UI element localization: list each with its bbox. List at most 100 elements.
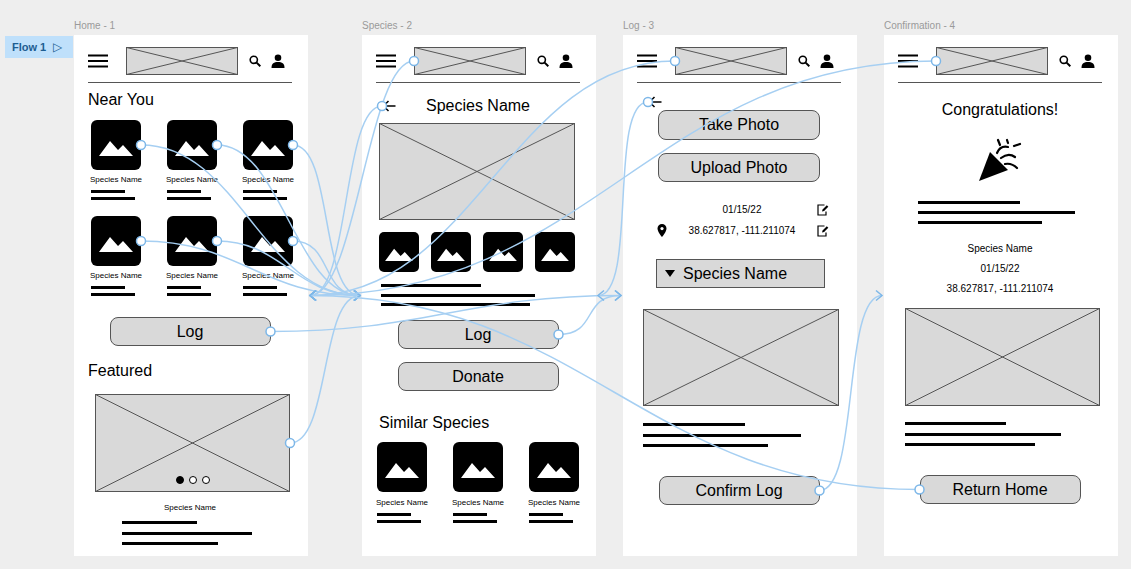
flow-arrow — [820, 296, 883, 491]
profile-icon[interactable] — [820, 54, 834, 68]
flow-hotspot — [286, 439, 295, 448]
species-image-icon[interactable] — [453, 442, 503, 492]
flow-arrow — [310, 61, 936, 296]
text-line — [918, 211, 1075, 214]
arrowhead-icon — [354, 291, 360, 301]
species-image-icon[interactable] — [167, 120, 217, 170]
featured-carousel[interactable] — [95, 394, 290, 492]
flow-arrow — [141, 241, 360, 296]
menu-icon[interactable] — [898, 54, 918, 68]
text-placeholder — [122, 513, 292, 545]
carousel-dot[interactable] — [176, 476, 184, 484]
date-row: 01/15/22 — [637, 204, 841, 216]
species-name: Species Name — [376, 498, 428, 508]
log-button[interactable]: Log — [110, 317, 271, 346]
back-arrow-icon[interactable] — [382, 100, 400, 112]
flow-hotspot — [554, 330, 563, 339]
text-line — [381, 303, 530, 306]
species-card[interactable]: Species Name — [91, 216, 141, 296]
species-image-icon[interactable] — [91, 120, 141, 170]
arrowhead-icon — [598, 291, 604, 301]
arrowhead-icon — [354, 291, 360, 301]
edit-icon[interactable] — [817, 204, 841, 216]
arrowhead-icon — [354, 291, 360, 301]
text-line — [905, 433, 1061, 436]
species-image-icon[interactable] — [377, 442, 427, 492]
search-icon[interactable] — [798, 55, 810, 67]
species-card[interactable]: Species Name — [91, 120, 141, 200]
menu-icon[interactable] — [637, 54, 657, 68]
text-line — [91, 197, 135, 200]
logo-placeholder[interactable] — [126, 47, 238, 75]
species-name: Species Name — [242, 175, 294, 185]
flow-arrow — [217, 145, 360, 296]
upload-photo-button[interactable]: Upload Photo — [658, 153, 820, 182]
carousel-dot[interactable] — [189, 476, 197, 484]
log-button[interactable]: Log — [398, 320, 559, 349]
flow-play[interactable]: ▷ — [53, 41, 62, 54]
text-line — [243, 293, 287, 296]
text-placeholder — [529, 508, 573, 523]
species-image-icon[interactable] — [243, 216, 293, 266]
profile-icon[interactable] — [271, 54, 285, 68]
text-line — [381, 284, 481, 287]
text-placeholder — [243, 185, 287, 200]
logo-placeholder[interactable] — [936, 47, 1048, 75]
logo-placeholder[interactable] — [414, 47, 526, 75]
flow-hotspot — [915, 485, 924, 494]
search-icon[interactable] — [249, 55, 261, 67]
app-header — [376, 47, 580, 83]
arrowhead-icon — [310, 291, 316, 301]
dropdown-caret-icon[interactable] — [665, 270, 675, 277]
flow-hotspot — [137, 237, 146, 246]
flow-badge[interactable]: Flow 1▷ — [5, 36, 73, 58]
profile-icon[interactable] — [1081, 54, 1095, 68]
species-image-icon[interactable] — [535, 232, 575, 272]
carousel-dot[interactable] — [202, 476, 210, 484]
text-placeholder — [453, 508, 497, 523]
flow-hotspot — [266, 327, 275, 336]
profile-icon[interactable] — [559, 54, 573, 68]
text-line — [167, 190, 201, 193]
edit-icon[interactable] — [817, 225, 841, 237]
logo-placeholder[interactable] — [675, 47, 787, 75]
species-image-icon[interactable] — [379, 232, 419, 272]
screen-frame: Take PhotoUpload Photo01/15/2238.627817,… — [623, 35, 857, 556]
species-card[interactable]: Species Name — [243, 120, 293, 200]
text-line — [91, 293, 135, 296]
image-placeholder — [379, 123, 580, 220]
text-placeholder — [918, 183, 1102, 224]
text-line — [377, 520, 421, 523]
species-card[interactable]: Species Name — [529, 442, 579, 523]
search-icon[interactable] — [537, 55, 549, 67]
search-icon[interactable] — [1059, 55, 1071, 67]
species-dropdown[interactable]: Species Name — [656, 259, 825, 288]
species-card[interactable]: Species Name — [167, 120, 217, 200]
text-line — [643, 434, 801, 437]
species-image-icon[interactable] — [483, 232, 523, 272]
species-image-icon[interactable] — [91, 216, 141, 266]
arrowhead-icon — [310, 291, 316, 301]
flow-arrow — [310, 106, 382, 296]
species-image-icon[interactable] — [243, 120, 293, 170]
menu-icon[interactable] — [376, 54, 396, 68]
text-placeholder — [167, 185, 211, 200]
species-name: Species Name — [898, 243, 1102, 255]
donate-button[interactable]: Donate — [398, 362, 559, 391]
species-card[interactable]: Species Name — [167, 216, 217, 296]
text-placeholder — [643, 406, 841, 447]
species-card[interactable]: Species Name — [243, 216, 293, 296]
species-name: Species Name — [166, 271, 218, 281]
species-image-icon[interactable] — [167, 216, 217, 266]
species-card[interactable]: Species Name — [453, 442, 503, 523]
species-image-icon[interactable] — [529, 442, 579, 492]
confirm-log-button[interactable]: Confirm Log — [659, 476, 820, 505]
take-photo-button[interactable]: Take Photo — [658, 110, 820, 140]
species-image-icon[interactable] — [431, 232, 471, 272]
return-home-button[interactable]: Return Home — [920, 475, 1081, 504]
carousel-indicators — [95, 476, 290, 484]
back-arrow-icon[interactable] — [648, 96, 662, 108]
menu-icon[interactable] — [88, 54, 108, 68]
flow-arrow — [310, 61, 414, 296]
species-card[interactable]: Species Name — [377, 442, 427, 523]
